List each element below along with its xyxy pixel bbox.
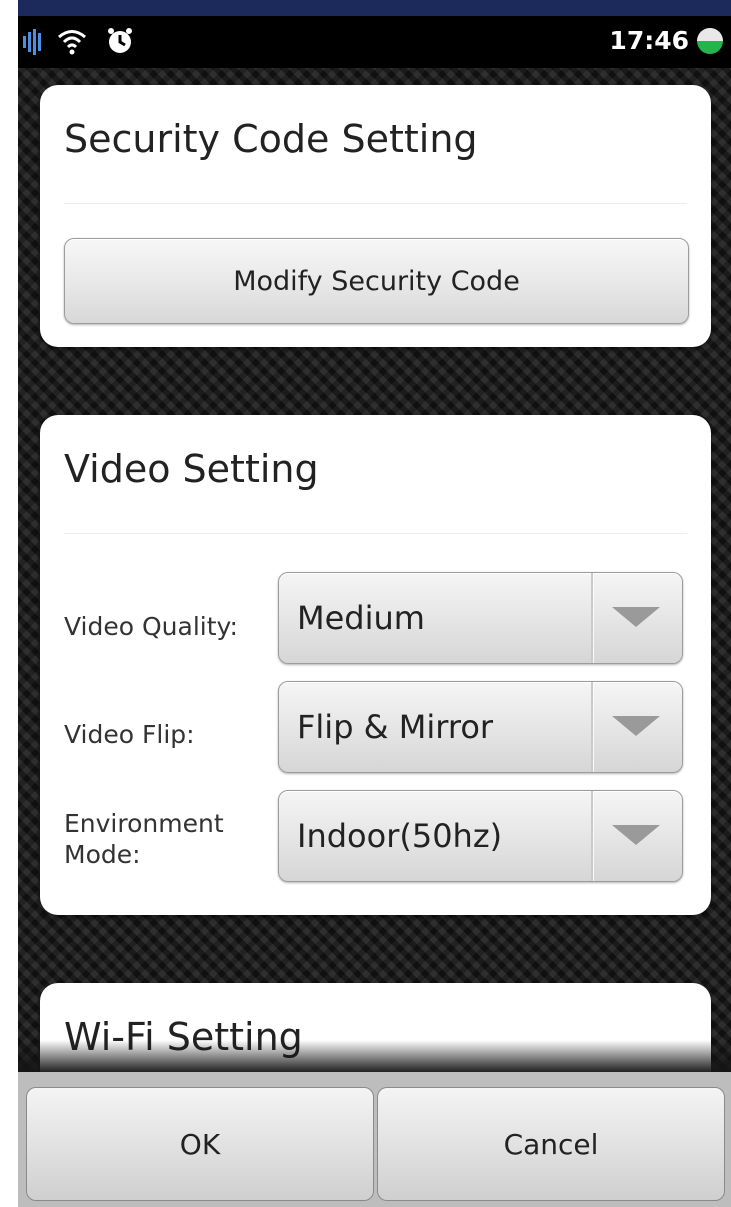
video-section-title: Video Setting (64, 447, 319, 491)
wifi-icon (58, 30, 86, 55)
ok-button[interactable]: OK (26, 1087, 374, 1201)
dropdown-value: Flip & Mirror (297, 708, 494, 746)
dropdown-separator (591, 791, 594, 881)
clock-time: 17:46 (609, 26, 689, 55)
video-quality-label: Video Quality: (64, 612, 238, 641)
section-divider (64, 203, 687, 204)
cancel-button[interactable]: Cancel (377, 1087, 725, 1201)
video-flip-dropdown[interactable]: Flip & Mirror (278, 681, 683, 773)
settings-screen: 17:46 Security Code Setting Modify Secur… (18, 0, 731, 1207)
dropdown-value: Indoor(50hz) (297, 817, 503, 855)
environment-mode-dropdown[interactable]: Indoor(50hz) (278, 790, 683, 882)
battery-icon (697, 28, 723, 54)
video-flip-label: Video Flip: (64, 720, 195, 749)
alarm-icon (108, 28, 132, 53)
dropdown-arrow-icon (612, 716, 660, 736)
dropdown-value: Medium (297, 599, 425, 637)
bottom-button-bar: OK Cancel (18, 1072, 731, 1207)
dropdown-separator (591, 682, 594, 772)
modify-security-code-button[interactable]: Modify Security Code (64, 238, 689, 324)
signal-icon (23, 29, 41, 55)
dropdown-arrow-icon (612, 607, 660, 627)
section-divider (64, 533, 687, 534)
environment-mode-label: Environment Mode: (64, 809, 224, 869)
scroll-fade (18, 1040, 731, 1072)
dropdown-separator (591, 573, 594, 663)
dropdown-arrow-icon (612, 825, 660, 845)
window-top-strip (18, 0, 731, 16)
security-section-title: Security Code Setting (64, 117, 478, 161)
video-setting-card: Video Setting Video Quality: Medium Vide… (40, 415, 711, 915)
status-bar: 17:46 (18, 16, 731, 68)
security-code-card: Security Code Setting Modify Security Co… (40, 85, 711, 347)
video-quality-dropdown[interactable]: Medium (278, 572, 683, 664)
